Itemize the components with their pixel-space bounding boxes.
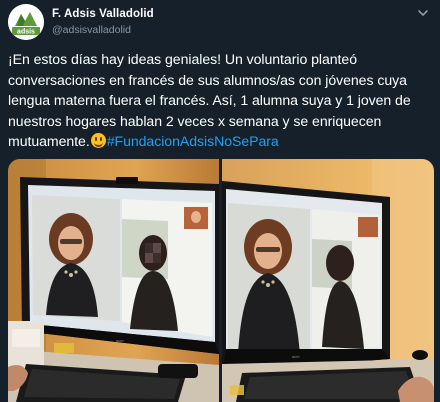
photo-grid: acer acer [8,159,434,402]
monitor-brand-label: acer [292,354,300,359]
tweet-photo-1[interactable]: acer [8,159,219,402]
adsis-logo-icon: adsis [8,4,44,40]
display-name[interactable]: F. Adsis Valladolid [52,8,154,20]
tweet: adsis F. Adsis Valladolid @adsisvalladol… [0,0,440,402]
monitor-brand-label: acer [116,338,124,343]
hashtag-link[interactable]: #FundacionAdsisNoSePara [107,133,279,149]
avatar[interactable]: adsis [8,4,44,40]
tweet-text: ¡En estos días hay ideas geniales! Un vo… [8,49,434,152]
avatar-logo-text: adsis [17,29,35,36]
chevron-down-icon[interactable] [416,6,430,20]
tweet-photo-2[interactable]: acer [222,159,434,402]
grinning-face-emoji-icon [90,133,106,149]
user-handle[interactable]: @adsisvalladolid [52,24,131,36]
